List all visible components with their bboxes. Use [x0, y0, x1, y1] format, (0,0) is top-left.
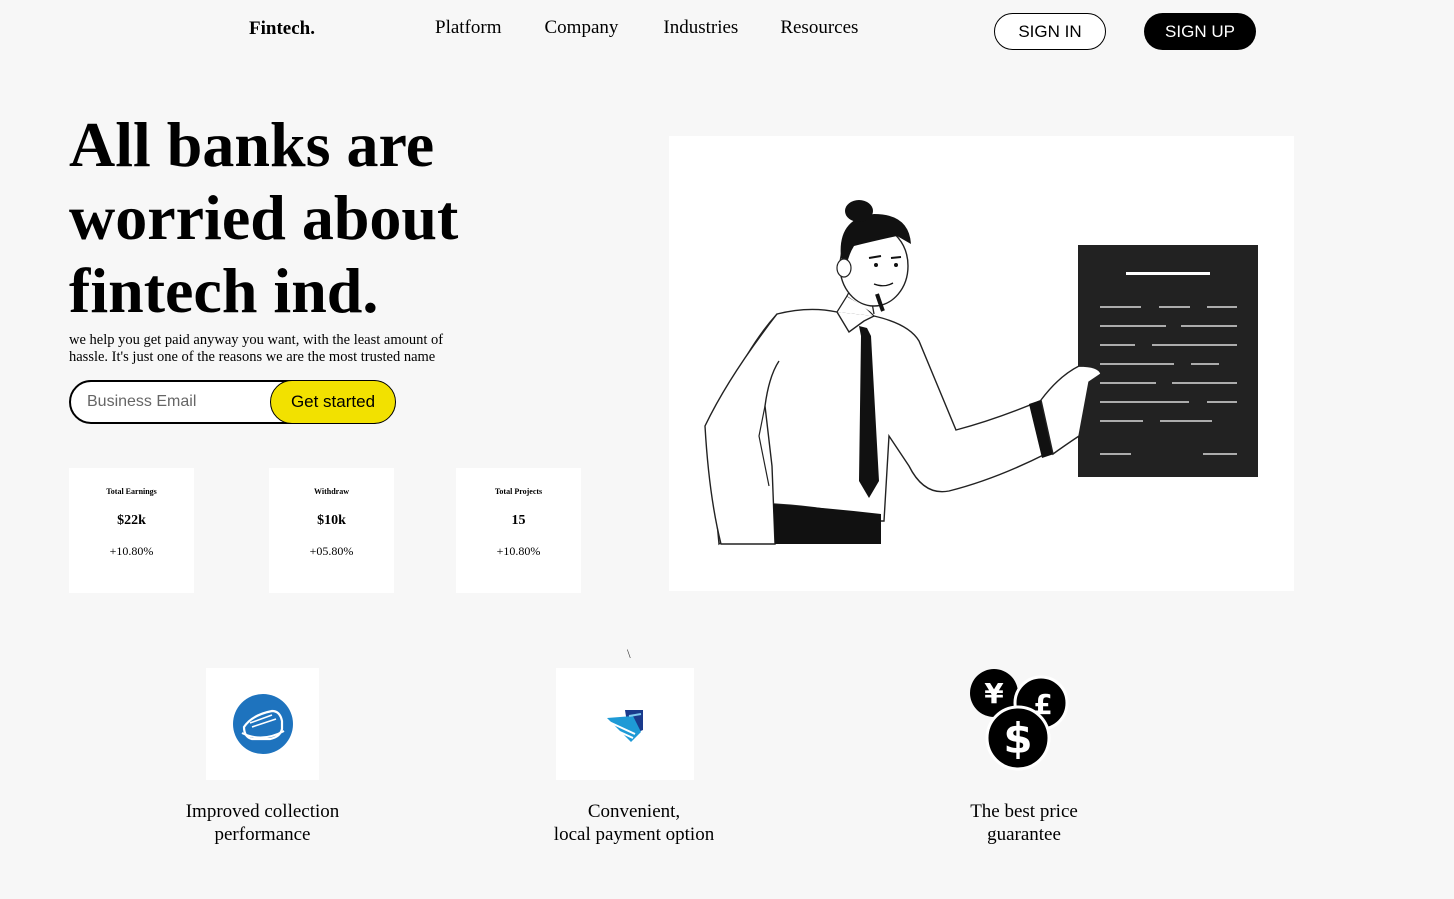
man-presenting-document-illustration: [704, 200, 1258, 546]
hero-title: All banks are worried about fintech ind.: [69, 109, 459, 326]
svg-text:$: $: [1003, 714, 1032, 763]
hero-illustration: [669, 136, 1294, 591]
stray-mark: \: [627, 646, 631, 661]
nav-links: Platform Company Industries Resources: [435, 17, 901, 39]
feature-icon-box: [206, 668, 319, 780]
stat-value: $22k: [117, 513, 146, 528]
top-nav: Fintech. Platform Company Industries Res…: [0, 0, 1454, 62]
stat-label: Withdraw: [314, 487, 349, 496]
stat-change: +10.80%: [109, 544, 154, 558]
feature-text-price: The best price guarantee: [970, 801, 1078, 845]
logo[interactable]: Fintech.: [249, 18, 315, 40]
email-signup-form: Get started: [69, 380, 396, 424]
stat-label: Total Earnings: [106, 487, 157, 496]
stat-label: Total Projects: [494, 487, 543, 496]
sign-up-button[interactable]: SIGN UP: [1144, 13, 1256, 50]
feature-text-payment: Convenient, local payment option: [553, 801, 715, 845]
svg-text:¥: ¥: [984, 677, 1004, 710]
stat-card-total-projects: Total Projects 15 +10.80%: [456, 468, 581, 593]
nav-link-resources[interactable]: Resources: [780, 17, 858, 39]
business-email-input[interactable]: [87, 390, 267, 414]
nav-link-company[interactable]: Company: [545, 17, 619, 39]
wallet-icon: [232, 694, 293, 754]
feature-text-collection: Improved collection performance: [185, 801, 340, 845]
stat-change: +05.80%: [309, 544, 354, 558]
card-payment-icon: [607, 710, 643, 742]
stat-card-withdraw: Withdraw $10k +05.80%: [269, 468, 394, 593]
stat-value: $10k: [317, 513, 346, 528]
get-started-button[interactable]: Get started: [270, 380, 396, 424]
sign-in-button[interactable]: SIGN IN: [994, 13, 1106, 50]
nav-link-industries[interactable]: Industries: [663, 17, 738, 39]
stat-value: 15: [511, 513, 526, 528]
stat-change: +10.80%: [496, 544, 541, 558]
feature-icon-box: ¥ £ $: [967, 668, 1071, 772]
feature-icon-box: [556, 668, 694, 780]
stat-card-total-earnings: Total Earnings $22k +10.80%: [69, 468, 194, 593]
currency-coins-icon: ¥ £ $: [970, 669, 1069, 771]
nav-link-platform[interactable]: Platform: [435, 17, 502, 39]
hero-subtitle: we help you get paid anyway you want, wi…: [69, 332, 444, 365]
